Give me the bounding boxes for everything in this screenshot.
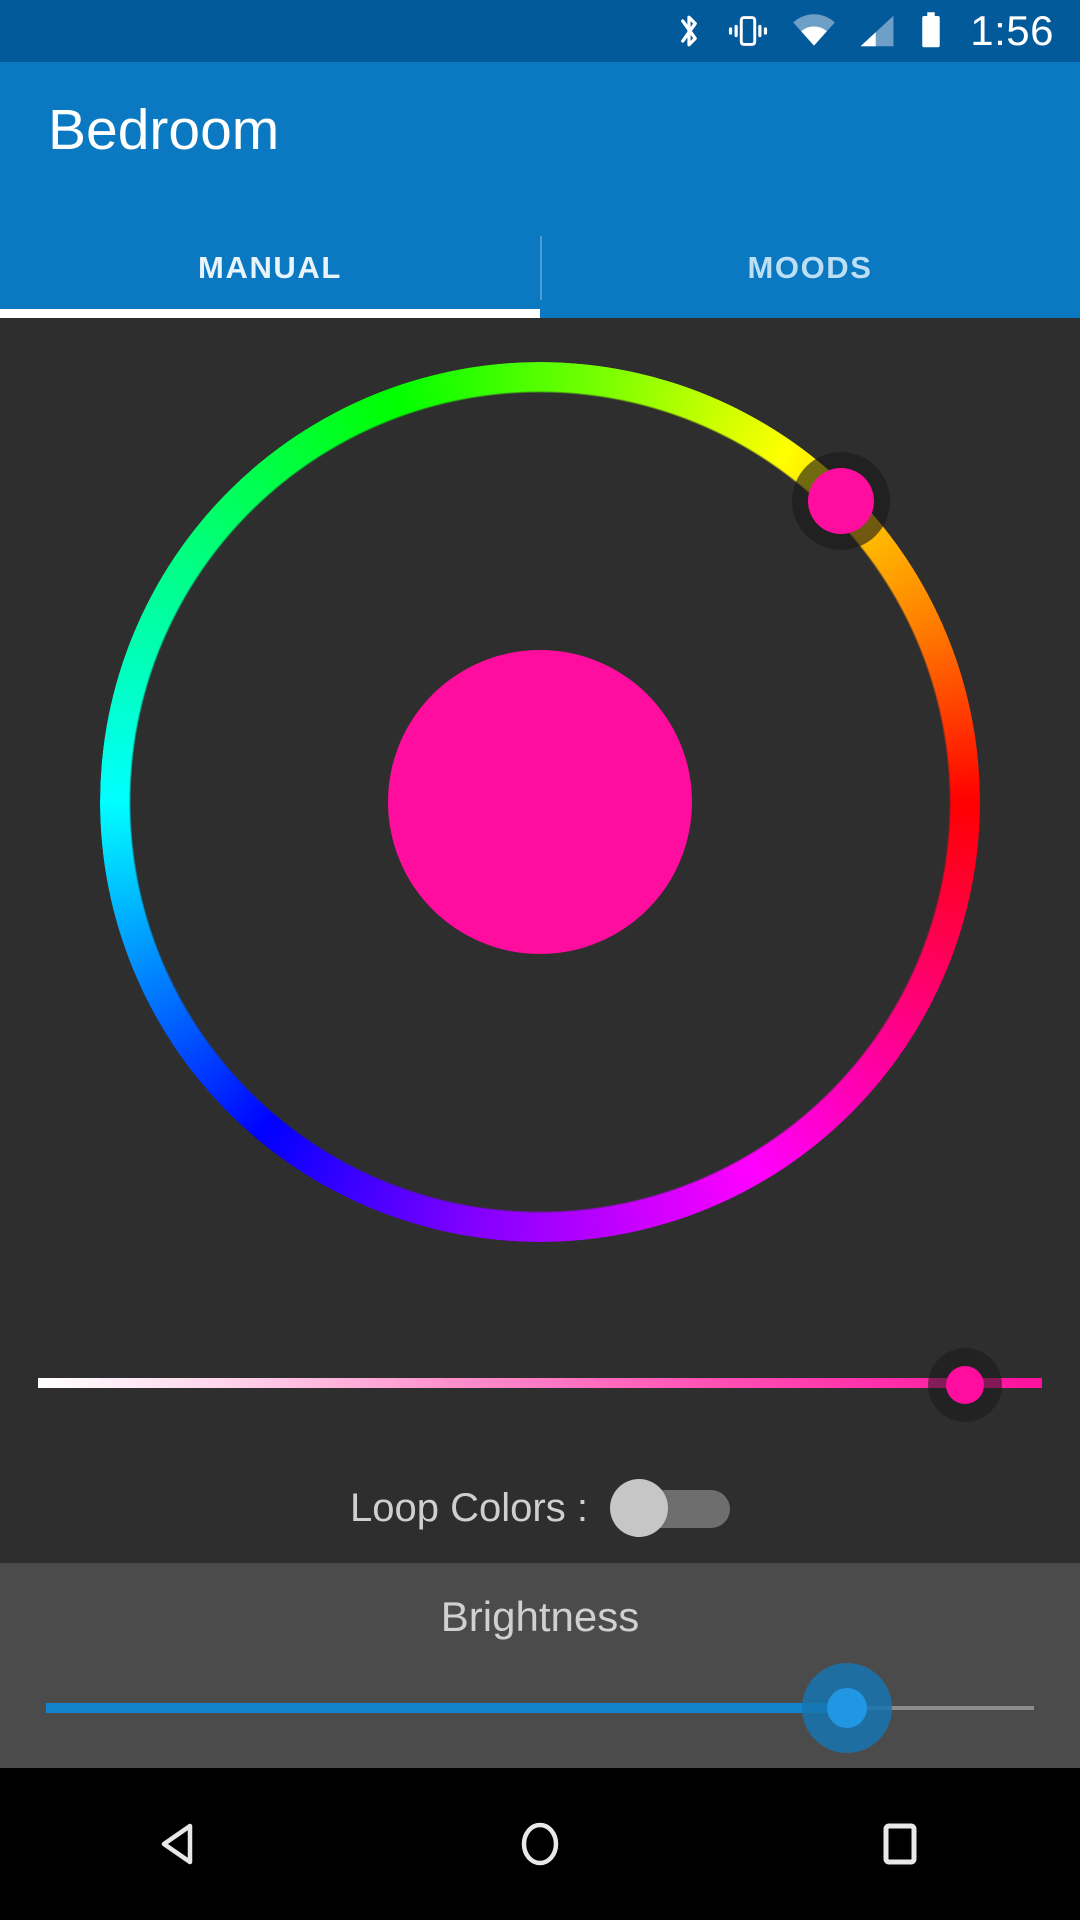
wifi-icon xyxy=(793,14,836,46)
tab-manual-label: MANUAL xyxy=(198,250,342,285)
manual-tab-content: Loop Colors : Brightness xyxy=(0,318,1080,1768)
android-navigation-bar xyxy=(0,1768,1080,1920)
bluetooth-icon xyxy=(681,15,698,47)
nav-recents-button[interactable] xyxy=(810,1768,990,1920)
saturation-slider-thumb-knob xyxy=(946,1366,984,1404)
battery-icon xyxy=(922,12,940,48)
page-title: Bedroom xyxy=(48,98,280,162)
recents-square-icon xyxy=(883,1823,917,1865)
saturation-slider[interactable] xyxy=(0,1328,1080,1438)
loop-colors-row: Loop Colors : xyxy=(0,1453,1080,1563)
color-wheel-thumb[interactable] xyxy=(791,452,890,551)
vibrate-icon xyxy=(729,16,768,46)
status-bar-icons xyxy=(674,11,944,51)
android-screen: 1:56 Bedroom MANUAL MOODS Loop Colors: … xyxy=(0,0,1080,1920)
tab-manual[interactable]: MANUAL xyxy=(0,218,540,318)
loop-colors-toggle[interactable] xyxy=(609,1479,730,1537)
cellular-signal-icon xyxy=(860,15,894,47)
color-preview-circle xyxy=(388,650,692,954)
back-triangle-icon xyxy=(161,1823,193,1865)
nav-back-button[interactable] xyxy=(90,1768,270,1920)
tab-bar: MANUAL MOODS xyxy=(0,218,1080,318)
tab-moods[interactable]: MOODS xyxy=(540,218,1080,318)
brightness-slider-thumb-knob xyxy=(827,1688,867,1728)
loop-colors-toggle-knob xyxy=(609,1479,668,1537)
app-bar: Bedroom MANUAL MOODS xyxy=(0,62,1080,318)
color-wheel-thumb-knob xyxy=(807,468,874,535)
brightness-slider-thumb[interactable] xyxy=(802,1663,892,1753)
saturation-slider-track xyxy=(38,1378,1042,1388)
brightness-panel: Brightness xyxy=(0,1563,1080,1768)
home-circle-icon xyxy=(521,1822,559,1866)
nav-home-button[interactable] xyxy=(450,1768,630,1920)
status-bar-clock: 1:56 xyxy=(970,7,1054,54)
brightness-slider-fill xyxy=(46,1703,844,1713)
tab-moods-label: MOODS xyxy=(747,250,873,285)
tab-active-indicator xyxy=(0,309,540,318)
loop-colors-label: Loop Colors : xyxy=(350,1485,588,1530)
color-wheel[interactable] xyxy=(100,362,980,1242)
brightness-label: Brightness xyxy=(440,1593,640,1640)
saturation-slider-thumb[interactable] xyxy=(928,1348,1002,1422)
status-bar: 1:56 xyxy=(0,0,1080,62)
